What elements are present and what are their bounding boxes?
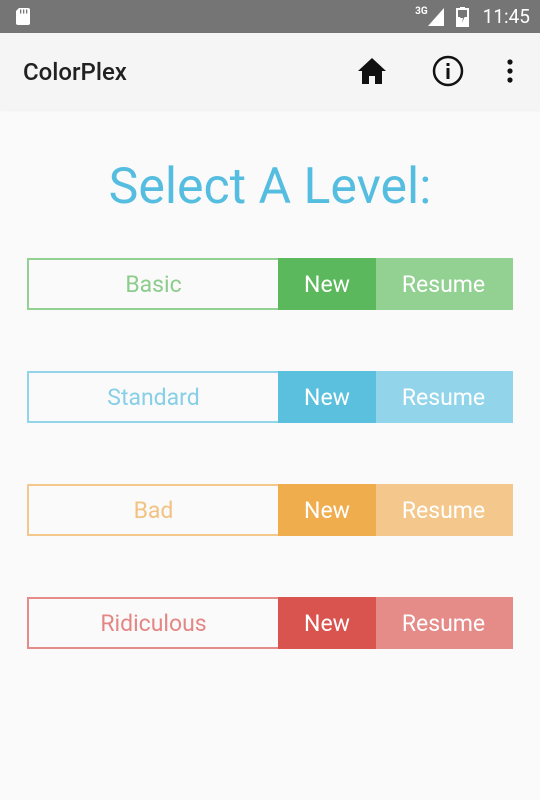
status-time: 11:45 [482,5,530,28]
new-button-ridiculous[interactable]: New [278,597,376,649]
level-row-ridiculous: Ridiculous New Resume [27,597,513,649]
sd-card-icon [16,8,30,25]
new-button-bad[interactable]: New [278,484,376,536]
resume-button-standard[interactable]: Resume [376,371,513,423]
level-row-standard: Standard New Resume [27,371,513,423]
signal-icon [427,7,444,26]
home-button[interactable] [354,53,390,89]
app-title: ColorPlex [23,58,127,86]
page-heading: Select A Level: [108,158,432,216]
info-icon [432,55,464,87]
network-type-label: 3G [415,6,428,17]
info-button[interactable] [430,53,466,89]
level-name-bad: Bad [27,484,278,536]
level-name-ridiculous: Ridiculous [27,597,278,649]
overflow-menu-button[interactable] [492,53,528,89]
battery-icon [455,6,469,27]
resume-button-bad[interactable]: Resume [376,484,513,536]
home-icon [358,58,386,84]
level-name-standard: Standard [27,371,278,423]
level-name-basic: Basic [27,258,278,310]
new-button-standard[interactable]: New [278,371,376,423]
app-bar: ColorPlex [0,33,540,110]
resume-button-ridiculous[interactable]: Resume [376,597,513,649]
status-bar: 3G 11:45 [0,0,540,33]
level-row-basic: Basic New Resume [27,258,513,310]
new-button-basic[interactable]: New [278,258,376,310]
resume-button-basic[interactable]: Resume [376,258,513,310]
level-row-bad: Bad New Resume [27,484,513,536]
more-vert-icon [507,59,513,83]
